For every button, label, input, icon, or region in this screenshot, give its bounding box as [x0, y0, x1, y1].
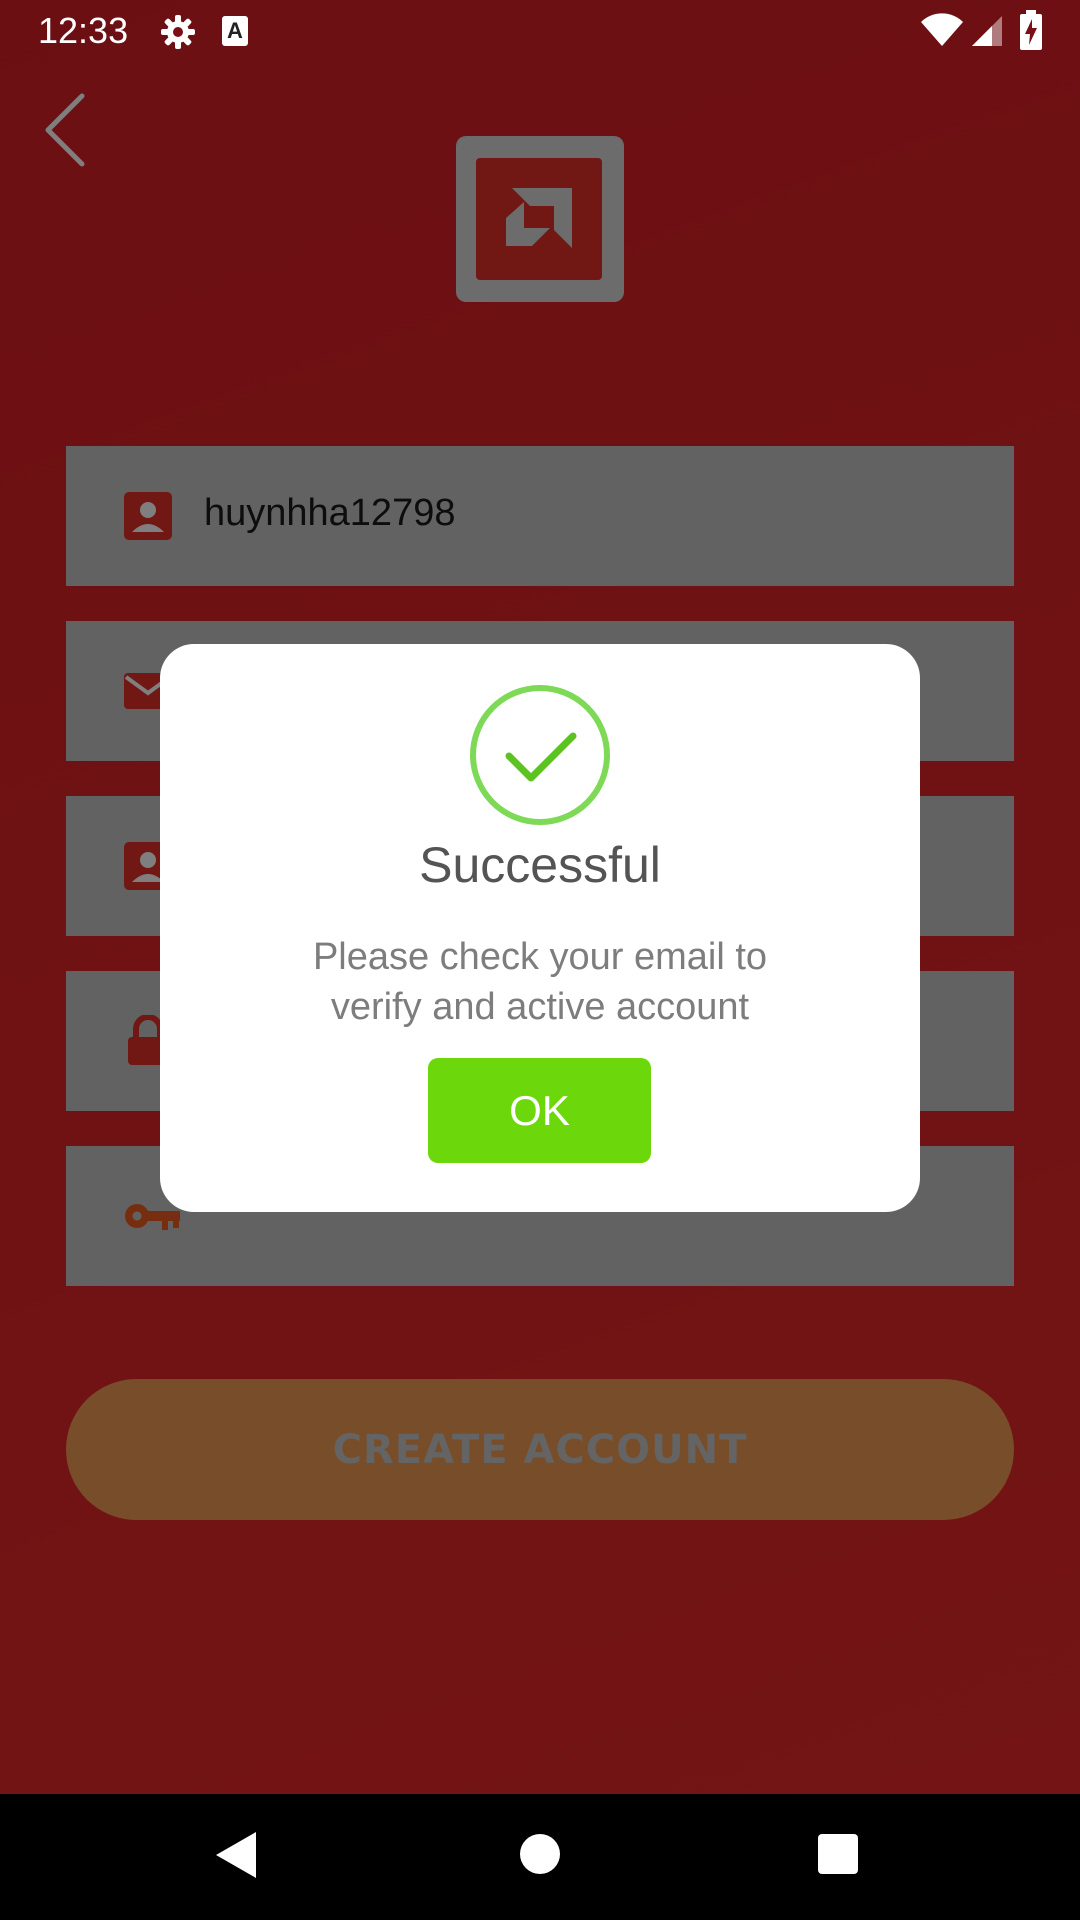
- success-check-icon: [470, 685, 610, 825]
- registration-screen: huynhha12798 ••••• CREATE: [0, 0, 1080, 1794]
- a-notification-icon: A: [222, 16, 248, 46]
- nav-home-icon[interactable]: [520, 1834, 560, 1874]
- gear-icon: [161, 15, 195, 49]
- dialog-message: Please check your email to verify and ac…: [0, 932, 1080, 1032]
- ok-button[interactable]: OK: [428, 1058, 651, 1163]
- status-bar: 12:33 A: [0, 0, 1080, 63]
- signal-icon: [972, 16, 1002, 46]
- nav-recents-icon[interactable]: [818, 1834, 858, 1874]
- status-time: 12:33: [38, 10, 129, 51]
- wifi-icon: [921, 13, 963, 46]
- battery-charging-icon: [1020, 10, 1042, 50]
- nav-back-icon[interactable]: [214, 1830, 258, 1880]
- navigation-bar: [0, 1794, 1080, 1920]
- dialog-message-text: Please check your email to verify and ac…: [312, 936, 768, 1028]
- dialog-title: Successful: [419, 837, 661, 893]
